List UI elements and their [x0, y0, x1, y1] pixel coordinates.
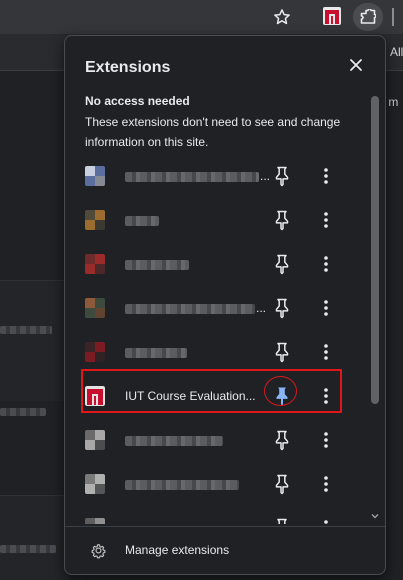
- star-icon[interactable]: [272, 7, 292, 27]
- more-options-icon[interactable]: [321, 340, 331, 364]
- extension-name-redacted: [125, 172, 259, 182]
- background-panel: [0, 280, 70, 401]
- section-description: These extensions don't need to see and c…: [85, 115, 341, 149]
- extension-icon: [85, 518, 105, 524]
- extension-name-redacted: [125, 216, 159, 226]
- background-blurred-text: [0, 408, 46, 416]
- extension-list: ...... IUT Course Evaluation...: [65, 152, 370, 524]
- background-blurred-text: [0, 326, 52, 334]
- popup-title: Extensions: [85, 59, 171, 76]
- pin-icon[interactable]: [270, 428, 294, 452]
- more-options-icon[interactable]: [321, 472, 331, 496]
- extension-row[interactable]: [65, 416, 370, 460]
- extension-name-redacted: [125, 348, 187, 358]
- iut-extension-icon[interactable]: [323, 7, 341, 25]
- background-panel: [0, 495, 70, 580]
- extension-name-redacted: [125, 260, 189, 270]
- extensions-popup: Extensions No access needed These extens…: [64, 35, 386, 575]
- highlight-box: [81, 369, 342, 413]
- more-options-icon[interactable]: [321, 428, 331, 452]
- extension-row[interactable]: ...: [65, 152, 370, 196]
- more-options-icon[interactable]: [321, 208, 331, 232]
- extension-icon: [85, 430, 105, 450]
- close-icon[interactable]: [347, 56, 365, 74]
- bookmark-all-label[interactable]: All: [390, 45, 403, 59]
- extension-row[interactable]: [65, 328, 370, 372]
- pin-icon[interactable]: [270, 208, 294, 232]
- more-options-icon[interactable]: [321, 252, 331, 276]
- pin-icon[interactable]: [270, 340, 294, 364]
- extensions-button[interactable]: [353, 3, 383, 31]
- extension-icon: [85, 166, 105, 186]
- pin-icon[interactable]: [270, 164, 294, 188]
- extension-name-ellipsis: ...: [260, 169, 271, 183]
- section-title: No access needed: [85, 94, 190, 108]
- more-options-icon[interactable]: [321, 516, 331, 524]
- scroll-down-arrow-icon[interactable]: [371, 512, 379, 520]
- pin-highlight-circle: [264, 376, 297, 406]
- more-options-icon[interactable]: [321, 296, 331, 320]
- extension-name-redacted: [125, 436, 223, 446]
- pin-icon[interactable]: [270, 472, 294, 496]
- extension-icon: [85, 298, 105, 318]
- scrollbar-thumb[interactable]: [371, 96, 379, 404]
- extension-icon: [85, 474, 105, 494]
- manage-extensions-button[interactable]: Manage extensions: [65, 527, 385, 573]
- pin-icon[interactable]: [270, 516, 294, 524]
- extension-row[interactable]: [65, 460, 370, 504]
- extension-icon: [85, 342, 105, 362]
- pin-icon[interactable]: [270, 252, 294, 276]
- manage-extensions-label: Manage extensions: [125, 543, 230, 557]
- toolbar-divider: [392, 8, 394, 26]
- extension-row[interactable]: [65, 196, 370, 240]
- pin-icon[interactable]: [270, 296, 294, 320]
- extension-row[interactable]: ...: [65, 284, 370, 328]
- extension-icon: [85, 210, 105, 230]
- extension-name-redacted: [125, 304, 255, 314]
- extension-icon: [85, 254, 105, 274]
- extension-row[interactable]: [65, 504, 370, 524]
- puzzle-piece-icon: [360, 9, 376, 24]
- extension-row[interactable]: [65, 240, 370, 284]
- extension-name-redacted: [125, 480, 239, 490]
- more-options-icon[interactable]: [321, 164, 331, 188]
- gear-icon: [91, 544, 106, 559]
- browser-toolbar: [0, 0, 403, 34]
- extension-name-ellipsis: ...: [256, 301, 267, 315]
- background-blurred-text: [0, 545, 56, 553]
